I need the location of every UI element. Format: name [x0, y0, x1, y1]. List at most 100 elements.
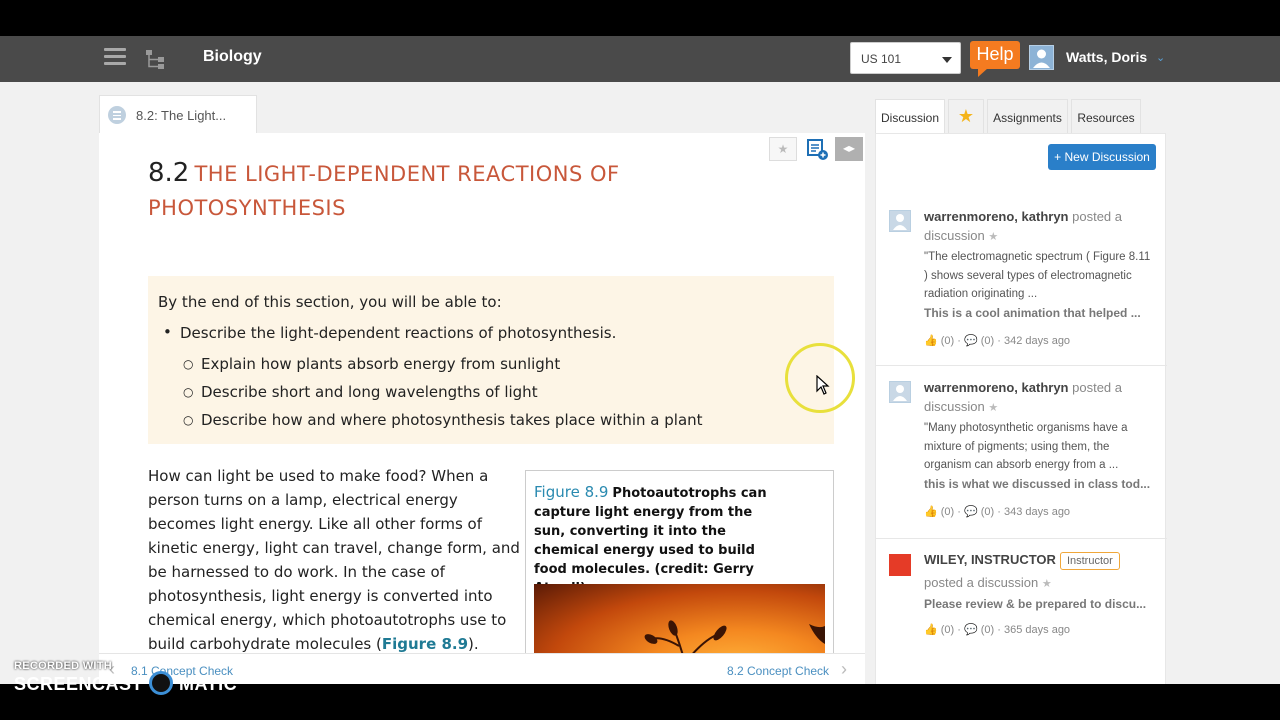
discussion-author-line: WILEY, INSTRUCTOR Instructor	[924, 552, 1120, 570]
discussion-excerpt: "Many photosynthetic organisms have a mi…	[924, 422, 1128, 471]
wiley-logo-avatar	[889, 554, 911, 576]
discussion-reply: this is what we discussed in class tod..…	[924, 477, 1151, 491]
hamburger-menu-icon[interactable]	[104, 48, 126, 68]
star-icon[interactable]: ★	[988, 402, 998, 414]
thumbs-up-icon[interactable]: 👍	[924, 335, 938, 347]
discussion-type-line: discussion ★	[924, 228, 998, 243]
objectives-intro: By the end of this section, you will be …	[158, 293, 502, 311]
hierarchy-icon[interactable]	[144, 47, 168, 71]
like-count: (0)	[940, 335, 955, 347]
figure-caption: Figure 8.9 Photoautotrophs can capture li…	[534, 483, 774, 598]
app-window: Biology US 101 Help Watts, Doris ⌄ 8.2: …	[0, 0, 1280, 720]
discussion-type: posted a discussion	[924, 575, 1039, 590]
bookmark-star-icon[interactable]: ★	[769, 137, 797, 161]
thumbs-up-icon[interactable]: 👍	[924, 624, 938, 636]
help-label: Help	[976, 44, 1014, 64]
like-count: (0)	[940, 506, 955, 518]
chevron-right-icon[interactable]: ›	[841, 659, 847, 680]
reader-tab-label: 8.2: The Light...	[136, 108, 227, 123]
discussion-author: warrenmoreno, kathryn	[924, 380, 1069, 395]
chevron-down-icon	[942, 57, 952, 63]
body-paragraph: How can light be used to make food? When…	[148, 464, 520, 653]
comment-icon[interactable]: 💬	[964, 335, 978, 347]
discussion-author-line: warrenmoreno, kathryn posted a	[924, 380, 1122, 395]
star-icon[interactable]: ★	[1042, 578, 1052, 590]
discussion-reply: Please review & be prepared to discu...	[924, 597, 1147, 611]
instructor-badge: Instructor	[1059, 552, 1120, 570]
tab-resources[interactable]: Resources	[1071, 99, 1141, 133]
course-title: Biology	[203, 48, 262, 65]
thumbs-up-icon[interactable]: 👍	[924, 506, 938, 518]
sub-objective-item: Explain how plants absorb energy from su…	[183, 355, 560, 373]
discussion-item[interactable]: warrenmoreno, kathryn posted a discussio…	[876, 367, 1167, 539]
screencast-watermark: RECORDED WITH SCREENCAST MATIC	[14, 660, 238, 696]
user-avatar[interactable]	[1029, 45, 1054, 70]
comment-count: (0)	[980, 335, 995, 347]
discussion-action: posted a	[1072, 380, 1122, 395]
objective-item: Describe the light-dependent reactions o…	[163, 323, 616, 342]
comment-count: (0)	[980, 624, 995, 636]
record-logo-icon	[149, 671, 174, 696]
section-number: 8.2	[148, 158, 190, 188]
add-note-icon[interactable]	[805, 137, 833, 161]
new-discussion-button[interactable]: + New Discussion	[1048, 144, 1156, 170]
next-section-link[interactable]: 8.2 Concept Check	[727, 664, 829, 678]
speech-tail-icon	[978, 68, 988, 77]
discussion-author-line: warrenmoreno, kathryn posted a	[924, 209, 1122, 224]
star-icon[interactable]: ★	[988, 231, 998, 243]
sub-objective-item: Describe short and long wavelengths of l…	[183, 383, 538, 401]
section-heading: 8.2 THE LIGHT-DEPENDENT REACTIONS OF PHO…	[148, 157, 748, 226]
tab-favorites-star-icon[interactable]: ★	[948, 99, 984, 133]
discussion-author: WILEY, INSTRUCTOR	[924, 552, 1056, 567]
mouse-pointer-icon	[816, 375, 830, 395]
discussion-age: 343 days ago	[1004, 506, 1071, 518]
avatar	[889, 381, 911, 403]
discussion-reply: This is a cool animation that helped ...	[924, 306, 1141, 320]
discussion-item[interactable]: WILEY, INSTRUCTOR Instructor posted a dis…	[876, 540, 1167, 650]
brand-left: SCREENCAST	[14, 674, 144, 694]
expand-arrows-icon[interactable]: ◂▸	[835, 137, 863, 161]
user-name-menu[interactable]: Watts, Doris	[1066, 49, 1147, 65]
discussion-age: 342 days ago	[1004, 335, 1071, 347]
figure-label: Figure 8.9	[534, 483, 609, 501]
discussion-type-line: discussion ★	[924, 399, 998, 414]
body-text-part1: How can light be used to make food? When…	[148, 467, 520, 653]
course-selector[interactable]: US 101	[850, 42, 961, 74]
figure-8-9-link[interactable]: Figure 8.9	[382, 635, 468, 653]
discussion-action: posted a	[1072, 209, 1122, 224]
figure-8-9: Figure 8.9 Photoautotrophs can capture li…	[525, 470, 834, 653]
sunset-plant-photo	[534, 584, 825, 653]
reader-tab[interactable]: 8.2: The Light...	[99, 95, 257, 134]
avatar	[889, 210, 911, 232]
discussion-panel: + New Discussion warrenmoreno, kathryn p…	[875, 133, 1167, 684]
discussion-meta: 👍 (0) · 💬 (0) · 342 days ago	[924, 335, 1071, 347]
document-icon	[108, 106, 126, 124]
reader-panel: ★ ◂▸ 8.2 THE LIGHT-DEPENDENT REACTIONS O…	[99, 133, 865, 653]
brand-right: MATIC	[179, 674, 238, 694]
browser-viewport: Biology US 101 Help Watts, Doris ⌄ 8.2: …	[0, 36, 1280, 684]
learning-objectives: By the end of this section, you will be …	[148, 276, 834, 444]
discussion-excerpt: "The electromagnetic spectrum ( Figure 8…	[924, 251, 1151, 300]
tab-discussion[interactable]: Discussion	[875, 99, 945, 133]
sub-objective-item: Describe how and where photosynthesis ta…	[183, 411, 703, 429]
discussion-age: 365 days ago	[1004, 624, 1071, 636]
section-title-line1: THE LIGHT-DEPENDENT REACTIONS OF	[194, 162, 620, 186]
tab-assignments[interactable]: Assignments	[987, 99, 1068, 133]
discussion-author: warrenmoreno, kathryn	[924, 209, 1069, 224]
comment-icon[interactable]: 💬	[964, 506, 978, 518]
comment-count: (0)	[980, 506, 995, 518]
top-navigation-bar: Biology US 101 Help Watts, Doris ⌄	[0, 36, 1280, 82]
section-title-line2: PHOTOSYNTHESIS	[148, 196, 346, 220]
discussion-type: discussion	[924, 228, 985, 243]
discussion-type-line: posted a discussion ★	[924, 575, 1052, 590]
screencast-matic-logo: SCREENCAST MATIC	[14, 671, 238, 696]
recorded-with-text: RECORDED WITH	[14, 660, 113, 672]
discussion-meta: 👍 (0) · 💬 (0) · 365 days ago	[924, 624, 1071, 636]
discussion-meta: 👍 (0) · 💬 (0) · 343 days ago	[924, 506, 1071, 518]
comment-icon[interactable]: 💬	[964, 624, 978, 636]
course-selector-value: US 101	[861, 52, 902, 66]
chevron-down-icon[interactable]: ⌄	[1156, 51, 1165, 64]
discussion-item[interactable]: warrenmoreno, kathryn posted a discussio…	[876, 196, 1167, 366]
like-count: (0)	[940, 624, 955, 636]
help-button[interactable]: Help	[970, 41, 1020, 77]
